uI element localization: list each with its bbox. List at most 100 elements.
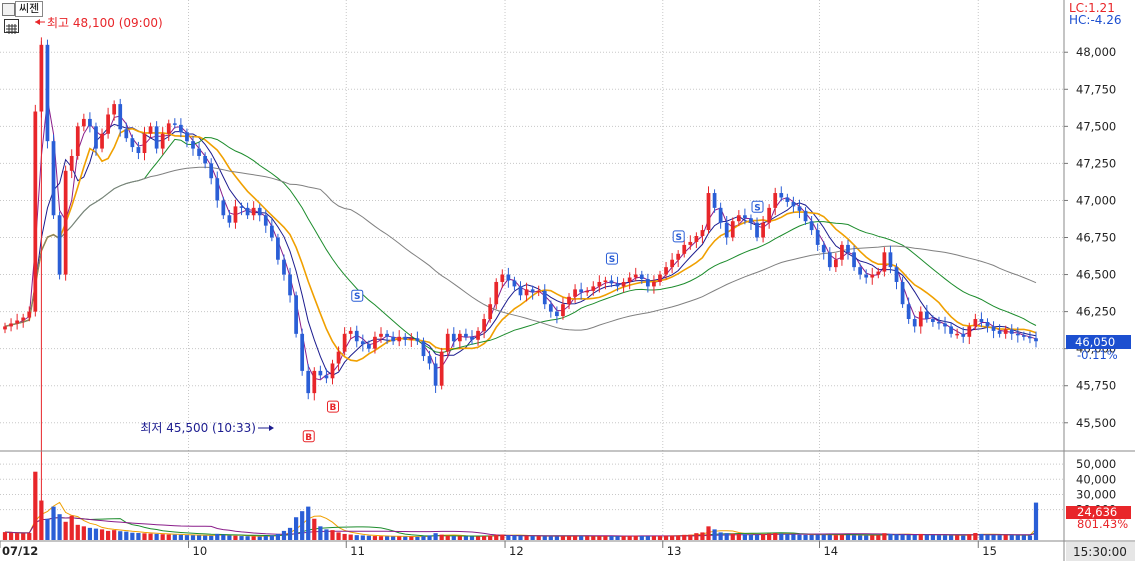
candle-body (530, 289, 535, 293)
volume-tick-label: 30,000 (1076, 487, 1116, 501)
volume-bar (506, 535, 511, 540)
candle-body (906, 304, 911, 320)
volume-bar (354, 535, 359, 540)
volume-bar (415, 536, 420, 540)
candle-body (955, 333, 960, 336)
volume-bar (864, 535, 869, 540)
signal-label: S (675, 233, 681, 243)
volume-bar (27, 533, 32, 540)
price-tick-label: 46,500 (1076, 268, 1116, 282)
volume-bar (118, 531, 123, 540)
volume-bar (548, 536, 553, 540)
signal-label: S (754, 203, 760, 213)
volume-bar (178, 534, 183, 540)
candle-body (172, 123, 177, 125)
volume-bar (93, 528, 99, 540)
date-tick-label: 14 (823, 544, 838, 558)
candle-body (33, 111, 38, 312)
candle-body (542, 290, 547, 305)
candle-body (730, 221, 735, 238)
volume-bar (572, 535, 578, 540)
volume-bar (372, 536, 378, 540)
candle-body (809, 221, 814, 231)
volume-bar (663, 535, 669, 540)
candle-body (63, 170, 68, 275)
candle-body (75, 126, 80, 156)
volume-bar (870, 535, 875, 540)
volume-bar (900, 534, 905, 540)
volume-bar (221, 534, 226, 540)
candle-body (536, 290, 541, 293)
candle-body (1003, 329, 1008, 334)
candle-body (118, 104, 123, 130)
volume-bar (233, 535, 238, 540)
candle-body (312, 370, 317, 394)
current-price: 46,050 (1075, 335, 1115, 349)
candle-body (397, 336, 402, 342)
candle-body (991, 326, 996, 331)
volume-bar (421, 536, 426, 540)
volume-bar (615, 536, 620, 540)
candle-body (979, 319, 984, 322)
candle-body (245, 207, 250, 216)
table-icon[interactable] (4, 19, 19, 34)
candle-body (694, 236, 699, 242)
volume-bar (906, 534, 911, 540)
volume-bar (936, 535, 942, 540)
candle-body (743, 215, 747, 219)
candle-body (482, 319, 486, 331)
volume-bar (791, 534, 796, 540)
volume-bar (948, 535, 954, 540)
date-tick-label: 15 (982, 544, 997, 558)
volume-bar (955, 535, 960, 540)
candle-body (876, 271, 881, 275)
volume-bar (785, 534, 790, 540)
price-tick-label: 47,500 (1076, 119, 1116, 133)
volume-bar (736, 533, 741, 540)
volume-bar (281, 530, 287, 540)
volume-bar (482, 536, 487, 540)
chart-window: B B S S S S 48,000 47,750 47,500 47,250 47,000 46,… (0, 0, 1135, 561)
volume-bar (767, 533, 772, 540)
volume-bar (8, 532, 14, 540)
volume-bar (712, 529, 717, 540)
candle-body (579, 289, 584, 293)
candle-body (870, 274, 875, 278)
volume-bar (718, 532, 723, 540)
volume-bar (257, 536, 262, 540)
stock-name[interactable]: 씨젠 (15, 1, 44, 17)
price-tick-label: 46,250 (1076, 305, 1116, 319)
candle-body (15, 320, 19, 324)
volume-bar (773, 533, 778, 540)
candle-body (136, 147, 141, 154)
candle-body (833, 259, 838, 268)
volume-bar (336, 532, 341, 540)
volume-bar (488, 535, 493, 540)
candle-body (94, 126, 98, 149)
volume-bar (403, 536, 408, 540)
volume-bar (360, 535, 365, 540)
candle-body (524, 289, 529, 296)
signal-label: B (305, 433, 312, 443)
volume-bar (87, 527, 93, 540)
volume-bar (542, 536, 547, 540)
candle-body (688, 241, 693, 245)
volume-bar (21, 533, 26, 540)
candle-body (633, 274, 638, 278)
volume-bar (227, 535, 232, 540)
volume-percent: 801.43% (1077, 517, 1128, 531)
volume-bar (306, 506, 311, 540)
candle-body (112, 104, 117, 115)
volume-bar (1009, 535, 1014, 540)
volume-bar (1021, 535, 1026, 540)
candle-body (409, 338, 414, 340)
candle-body (130, 138, 135, 148)
minimize-button[interactable] (2, 3, 15, 16)
volume-bar (627, 535, 632, 540)
price-volume-chart[interactable]: B B S S S S 48,000 47,750 47,500 47,250 47,000 46,… (0, 0, 1135, 561)
candle-body (373, 336, 377, 349)
candle-body (573, 289, 577, 297)
volume-bar (518, 535, 523, 540)
candle-body (1028, 336, 1032, 339)
candle-body (276, 237, 280, 260)
